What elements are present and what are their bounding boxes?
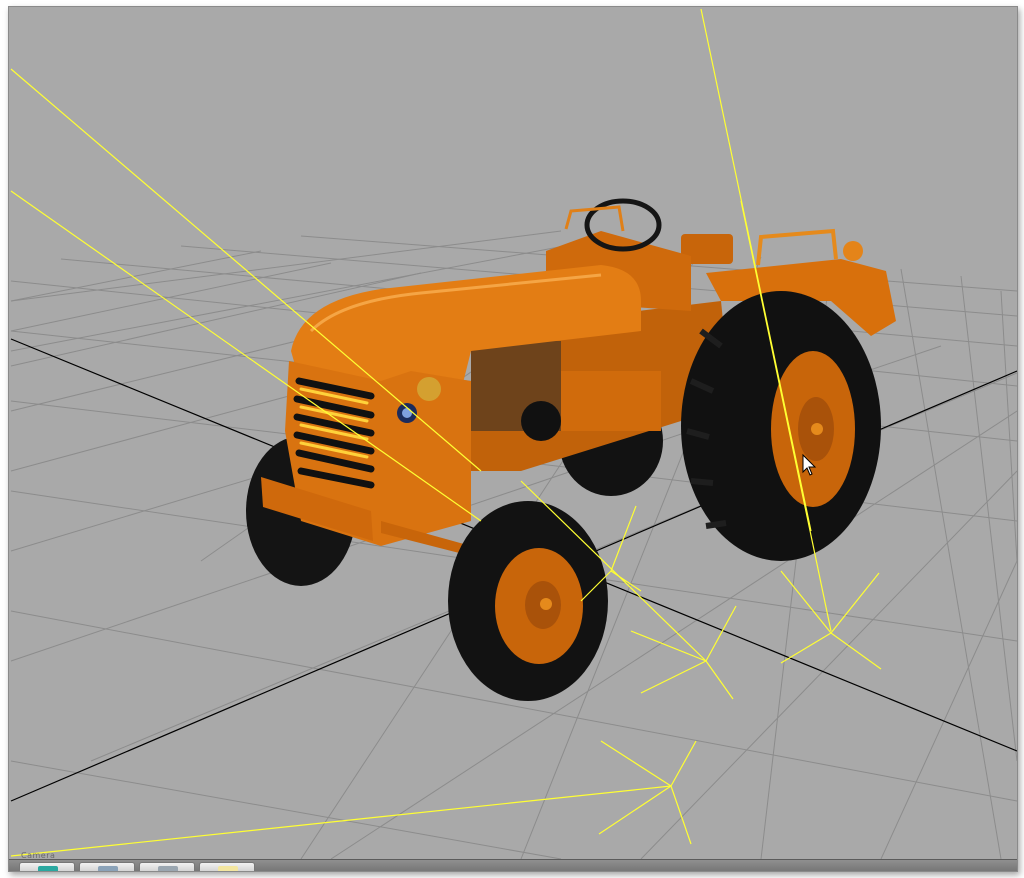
viewport-tab-icon: [38, 866, 58, 871]
camera-label: Camera: [21, 851, 56, 859]
note-tab-icon: [218, 866, 238, 871]
viewport-canvas[interactable]: [9, 7, 1017, 859]
note-tab[interactable]: [199, 862, 255, 871]
folder-tab-icon: [98, 866, 118, 871]
viewport-tab[interactable]: [19, 862, 75, 871]
document-tab[interactable]: [139, 862, 195, 871]
app-window: Camera: [8, 6, 1018, 872]
tractor-model[interactable]: [246, 198, 896, 701]
document-tab-icon: [158, 866, 178, 871]
3d-viewport[interactable]: Camera: [9, 7, 1017, 859]
front-right-wheel: [448, 501, 608, 701]
bottom-tab-bar: [9, 859, 1017, 871]
folder-tab[interactable]: [79, 862, 135, 871]
light-helper-stars: [580, 505, 882, 845]
rear-right-wheel: [681, 291, 881, 561]
